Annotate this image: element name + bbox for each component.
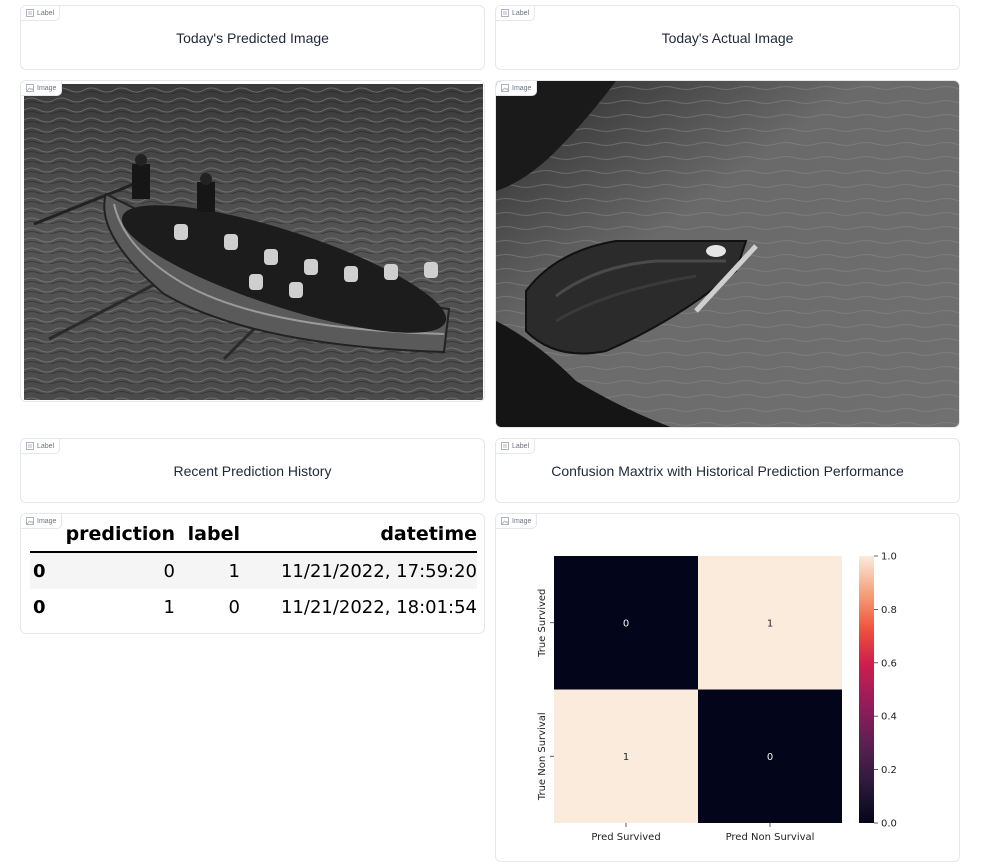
cell-annotation: 1 [767, 618, 773, 629]
datetime-header: datetime [380, 523, 477, 545]
label-tag-text: Label [37, 9, 55, 17]
cell-annotation: 0 [767, 752, 773, 763]
y-tick-label: True Survived [537, 589, 548, 658]
cell-annotation: 0 [623, 618, 629, 629]
predicted-image-title: Today's Predicted Image [176, 29, 329, 46]
image-icon [26, 84, 34, 92]
image-tag-text: Image [512, 84, 532, 92]
image-tag-text: Image [512, 517, 532, 525]
row-index: 0 [33, 596, 46, 618]
predicted-image-panel: Image [20, 80, 485, 402]
actual-image-label-panel: Label Today's Actual Image [495, 5, 960, 70]
x-tick-label: Pred Survived [591, 832, 660, 843]
label-icon [26, 9, 34, 17]
label-tag-text: Label [512, 9, 530, 17]
label-icon [26, 442, 34, 450]
colorbar [859, 556, 874, 823]
image-icon [26, 517, 34, 525]
sunken-boat-photo [496, 81, 959, 427]
colorbar-tick-label: 1.0 [881, 552, 897, 563]
y-tick-label: True Non Survival [537, 712, 548, 801]
history-title: Recent Prediction History [173, 462, 332, 479]
label-tag-text: Label [512, 442, 530, 450]
prediction-header: prediction [65, 523, 175, 545]
colorbar-tick-label: 0.0 [881, 819, 897, 830]
datetime-cell: 11/21/2022, 17:59:20 [240, 552, 477, 589]
history-table-panel: Image prediction label datetime 0 0 1 11… [20, 513, 485, 634]
label-icon [501, 442, 509, 450]
row-index: 0 [30, 552, 60, 589]
colorbar-tick-label: 0.2 [881, 765, 897, 776]
prediction-cell: 1 [163, 596, 175, 618]
image-tag-text: Image [37, 84, 57, 92]
label-tag: Label [21, 439, 61, 454]
history-table: prediction label datetime 0 0 1 11/21/20… [30, 519, 477, 625]
image-icon [501, 84, 509, 92]
prediction-cell: 0 [60, 552, 175, 589]
lifeboat-photo [24, 84, 483, 400]
colorbar-tick-label: 0.4 [881, 712, 897, 723]
confusion-label-panel: Label Confusion Maxtrix with Historical … [495, 438, 960, 503]
image-tag: Image [21, 81, 63, 96]
image-tag: Image [496, 81, 538, 96]
label-tag-text: Label [37, 442, 55, 450]
image-tag: Image [21, 514, 63, 529]
label-header: label [187, 523, 240, 545]
image-tag: Image [496, 514, 538, 529]
colorbar-tick-label: 0.6 [881, 658, 897, 669]
actual-image-panel: Image [495, 80, 960, 428]
history-label-panel: Label Recent Prediction History [20, 438, 485, 503]
image-icon [501, 517, 509, 525]
label-cell: 0 [228, 596, 240, 618]
image-tag-text: Image [37, 517, 57, 525]
label-icon [501, 9, 509, 17]
actual-image-title: Today's Actual Image [661, 29, 794, 46]
predicted-image-label-panel: Label Today's Predicted Image [20, 5, 485, 70]
label-cell: 1 [175, 552, 240, 589]
table-header-row: prediction label datetime [30, 519, 477, 552]
table-row: 0 1 0 11/21/2022, 18:01:54 [30, 589, 477, 625]
datetime-cell: 11/21/2022, 18:01:54 [280, 596, 477, 618]
label-tag: Label [496, 439, 536, 454]
label-tag: Label [496, 6, 536, 21]
cell-annotation: 1 [623, 752, 629, 763]
x-tick-label: Pred Non Survival [726, 832, 815, 843]
confusion-matrix-panel: Image 0 1 1 0 Pred Survived Pred Non Surviva… [495, 513, 960, 862]
colorbar-tick-label: 0.8 [881, 605, 897, 616]
label-tag: Label [21, 6, 61, 21]
confusion-matrix-heatmap: 0 1 1 0 Pred Survived Pred Non Survival True … [537, 552, 897, 844]
confusion-title: Confusion Maxtrix with Historical Predic… [551, 462, 904, 479]
table-row: 0 0 1 11/21/2022, 17:59:20 [30, 552, 477, 589]
